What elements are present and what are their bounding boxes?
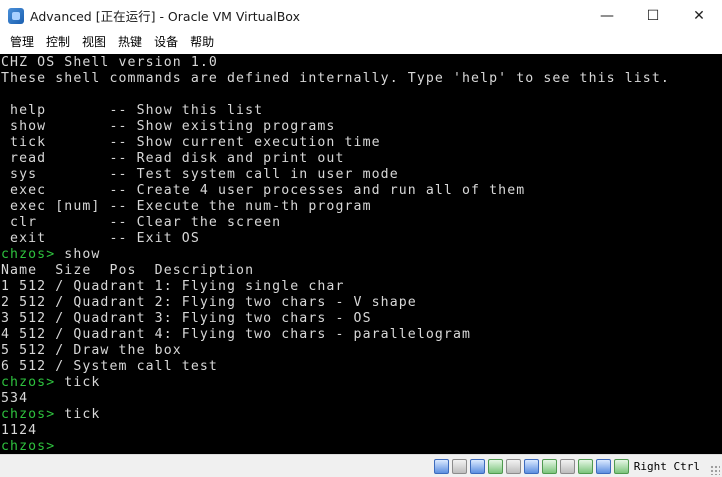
cpu-activity-icon[interactable] [577, 458, 593, 474]
console-text: show [55, 247, 101, 262]
console-text: help -- Show this list [1, 103, 264, 118]
console-text: These shell commands are defined interna… [1, 71, 670, 86]
menu-control[interactable]: 控制 [40, 31, 76, 54]
title-bar: Advanced [正在运行] - Oracle VM VirtualBox —… [0, 0, 722, 31]
shared-folders-icon[interactable] [523, 458, 539, 474]
console-line: help -- Show this list [1, 103, 263, 119]
menu-manage[interactable]: 管理 [4, 31, 40, 54]
console-line: 1 512 / Quadrant 1: Flying single char [1, 279, 345, 295]
console-text: Name Size Pos Description [1, 263, 255, 278]
network-icon[interactable] [487, 458, 503, 474]
menu-bar: 管理 控制 视图 热键 设备 帮助 [0, 31, 722, 54]
console-line: These shell commands are defined interna… [1, 71, 670, 87]
window-title: Advanced [正在运行] - Oracle VM VirtualBox [30, 9, 300, 24]
console-line: sys -- Test system call in user mode [1, 167, 399, 183]
console-text: tick -- Show current execution time [1, 135, 381, 150]
shell-prompt: chzos> [1, 375, 56, 390]
console-text: read -- Read disk and print out [1, 151, 345, 166]
console-text: show -- Show existing programs [1, 119, 336, 134]
virtualbox-icon [8, 7, 24, 24]
usb-icon[interactable] [505, 458, 521, 474]
shell-prompt: chzos> [1, 439, 56, 454]
console-line: exit -- Exit OS [1, 231, 200, 247]
console-text: exec -- Create 4 user processes and run … [1, 183, 526, 198]
prompt-line: chzos> tick [1, 375, 100, 391]
console-text: exec [num] -- Execute the num-th program [1, 199, 372, 214]
console-text: 534 [1, 391, 29, 406]
console-text: tick [55, 375, 101, 390]
menu-hotkeys[interactable]: 热键 [112, 31, 148, 54]
prompt-line: chzos> tick [1, 407, 100, 423]
console-text: 3 512 / Quadrant 3: Flying two chars - O… [1, 311, 372, 326]
console-line: 534 [1, 391, 28, 407]
status-bar: Right Ctrl [0, 454, 722, 477]
mouse-integration-icon[interactable] [613, 458, 629, 474]
video-capture-icon[interactable] [559, 458, 575, 474]
shell-prompt: chzos> [1, 247, 56, 262]
shell-prompt: chzos> [1, 407, 56, 422]
console-line: 6 512 / System call test [1, 359, 218, 375]
console-text: clr -- Clear the screen [1, 215, 282, 230]
virtualization-icon[interactable] [595, 458, 611, 474]
menu-help[interactable]: 帮助 [184, 31, 220, 54]
hard-disk-icon[interactable] [433, 458, 449, 474]
console-line: CHZ OS Shell version 1.0 [1, 55, 218, 71]
menu-view[interactable]: 视图 [76, 31, 112, 54]
console-line: Name Size Pos Description [1, 263, 254, 279]
minimize-button[interactable]: — [584, 0, 630, 31]
console-line: exec -- Create 4 user processes and run … [1, 183, 525, 199]
floppy-icon[interactable] [451, 458, 467, 474]
console-text: 1 512 / Quadrant 1: Flying single char [1, 279, 345, 294]
console-text: CHZ OS Shell version 1.0 [1, 55, 218, 70]
console-line: read -- Read disk and print out [1, 151, 345, 167]
close-button[interactable]: ✕ [676, 0, 722, 31]
optical-drive-icon[interactable] [469, 458, 485, 474]
console-line: exec [num] -- Execute the num-th program [1, 199, 372, 215]
console-text: 1124 [1, 423, 38, 438]
console-text: 5 512 / Draw the box [1, 343, 182, 358]
vm-console-screen[interactable]: CHZ OS Shell version 1.0 These shell comm… [0, 54, 722, 454]
console-line: 4 512 / Quadrant 4: Flying two chars - p… [1, 327, 471, 343]
console-text: 4 512 / Quadrant 4: Flying two chars - p… [1, 327, 472, 342]
host-key-label[interactable]: Right Ctrl [634, 460, 700, 473]
console-text: sys -- Test system call in user mode [1, 167, 399, 182]
console-text: 6 512 / System call test [1, 359, 218, 374]
console-text: exit -- Exit OS [1, 231, 200, 246]
console-line: 2 512 / Quadrant 2: Flying two chars - V… [1, 295, 417, 311]
window-controls: — ☐ ✕ [584, 0, 722, 31]
console-line: 5 512 / Draw the box [1, 343, 182, 359]
console-line: 3 512 / Quadrant 3: Flying two chars - O… [1, 311, 372, 327]
maximize-button[interactable]: ☐ [630, 0, 676, 31]
console-line: 1124 [1, 423, 37, 439]
console-line: clr -- Clear the screen [1, 215, 281, 231]
console-text: tick [55, 407, 101, 422]
prompt-line: chzos> [1, 439, 55, 454]
menu-devices[interactable]: 设备 [148, 31, 184, 54]
console-text: 2 512 / Quadrant 2: Flying two chars - V… [1, 295, 417, 310]
prompt-line: chzos> show [1, 247, 100, 263]
console-line: tick -- Show current execution time [1, 135, 381, 151]
console-line: show -- Show existing programs [1, 119, 335, 135]
resize-grip-icon[interactable] [710, 465, 720, 475]
display-icon[interactable] [541, 458, 557, 474]
